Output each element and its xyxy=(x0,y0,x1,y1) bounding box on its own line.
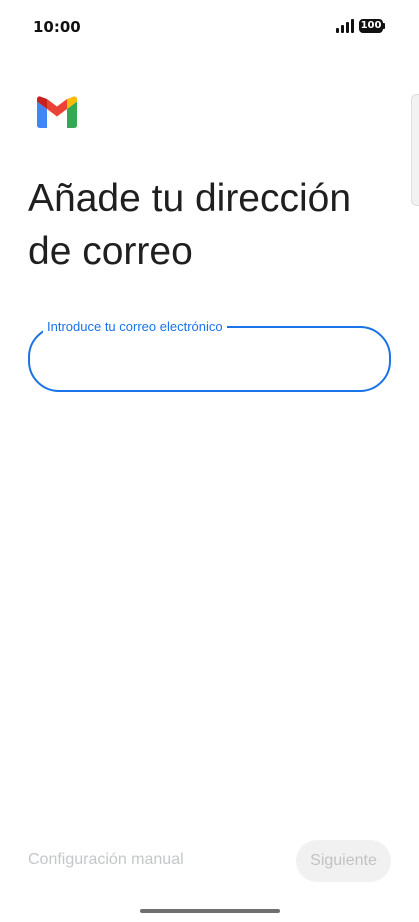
signal-bars-icon xyxy=(336,19,354,33)
battery-tip xyxy=(383,23,385,29)
page-title: Añade tu dirección de correo xyxy=(28,177,352,273)
gmail-logo-icon xyxy=(37,96,77,128)
email-field-label: Introduce tu correo electrónico xyxy=(43,319,227,335)
next-button[interactable]: Siguiente xyxy=(296,840,391,882)
battery-indicator: 100 xyxy=(359,19,383,33)
home-indicator[interactable] xyxy=(140,909,280,913)
manual-setup-link[interactable]: Configuración manual xyxy=(28,851,184,869)
email-input[interactable] xyxy=(48,342,372,378)
email-field[interactable] xyxy=(28,326,391,392)
status-bar: 10:00 100 xyxy=(0,0,419,52)
edge-panel-handle[interactable] xyxy=(411,94,419,206)
status-time: 10:00 xyxy=(33,18,81,36)
